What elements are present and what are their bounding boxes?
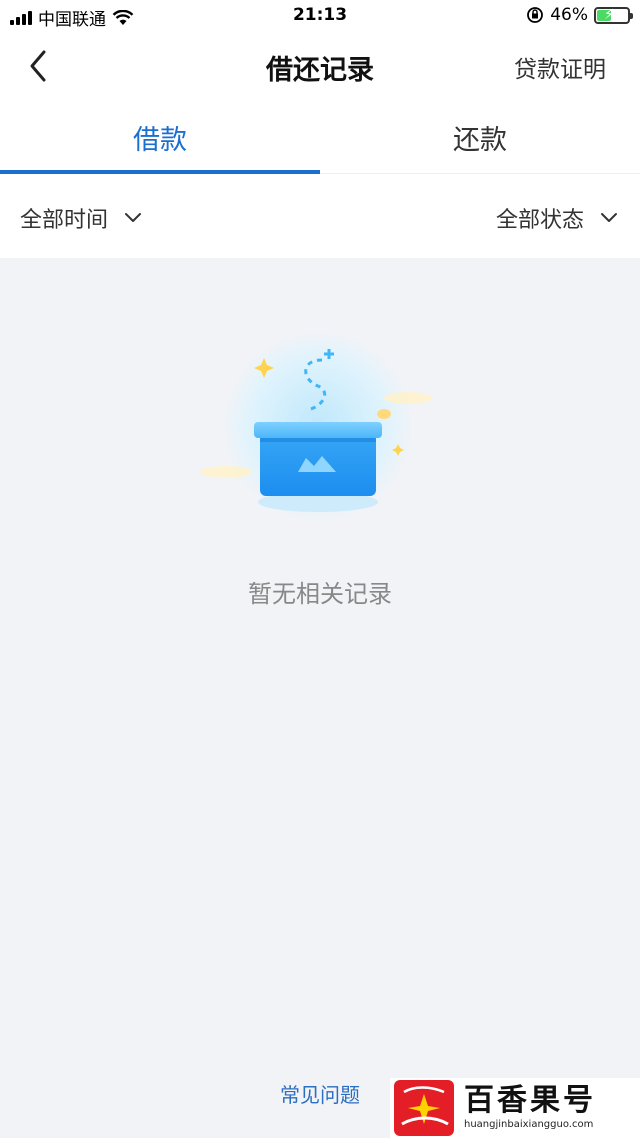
tab-bar: 借款 还款 [0, 98, 640, 174]
watermark-text: 百香果号 huangjinbaixiangguo.com [464, 1084, 596, 1132]
status-filter-dropdown[interactable]: 全部状态 [496, 202, 618, 234]
empty-box-illustration [200, 330, 432, 522]
orientation-lock-icon [527, 7, 544, 23]
status-bar: 中国联通 21:13 46% ⚡ [0, 0, 640, 34]
faq-link[interactable]: 常见问题 [280, 1079, 360, 1108]
watermark-url: huangjinbaixiangguo.com [464, 1119, 594, 1130]
loan-certificate-button[interactable]: 贷款证明 [514, 50, 606, 84]
charging-icon: ⚡ [604, 6, 614, 23]
status-filter-label: 全部状态 [495, 208, 584, 233]
watermark-logo [394, 1080, 454, 1136]
chevron-down-icon [125, 213, 142, 222]
battery-icon: ⚡ [594, 6, 633, 24]
empty-state-message: 暂无相关记录 [248, 580, 392, 608]
time-filter-dropdown[interactable]: 全部时间 [20, 202, 142, 234]
back-icon[interactable] [24, 48, 56, 84]
watermark-brand: 百香果号 [464, 1083, 596, 1118]
battery-percent: 46% [550, 5, 588, 25]
tab-borrow[interactable]: 借款 [0, 98, 320, 174]
watermark: 百香果号 huangjinbaixiangguo.com [390, 1078, 640, 1138]
time-filter-label: 全部时间 [20, 208, 109, 233]
status-right: 46% ⚡ [526, 5, 633, 25]
nav-bar: 借还记录 贷款证明 [0, 34, 640, 98]
filter-bar: 全部时间 全部状态 [0, 174, 640, 258]
tab-repay[interactable]: 还款 [320, 98, 640, 173]
chevron-down-icon [601, 213, 617, 222]
